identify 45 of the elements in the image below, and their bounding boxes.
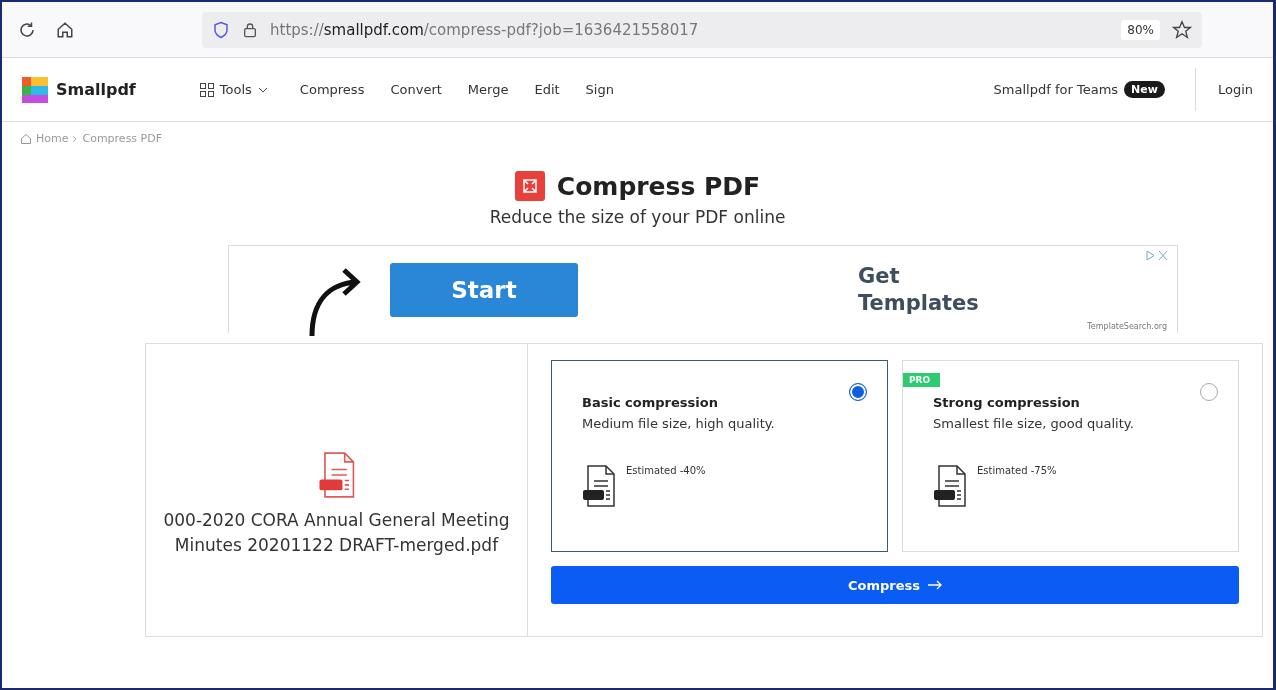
ad-source: TemplateSearch.org bbox=[1087, 322, 1167, 331]
nav-link[interactable]: Convert bbox=[390, 82, 442, 97]
compress-button[interactable]: Compress bbox=[551, 566, 1239, 604]
star-icon[interactable] bbox=[1172, 19, 1192, 40]
teams-link[interactable]: Smallpdf for Teams bbox=[993, 82, 1119, 97]
compress-tool-icon bbox=[514, 171, 545, 201]
nav-link[interactable]: Edit bbox=[534, 82, 560, 97]
logo-icon bbox=[22, 76, 48, 103]
page-subtitle: Reduce the size of your PDF online bbox=[489, 207, 786, 227]
pdf-file-icon bbox=[933, 465, 967, 507]
pdf-file-icon bbox=[317, 452, 356, 499]
grid-icon bbox=[199, 82, 214, 97]
url-text[interactable]: https://smallpdf.com/compress-pdf?job=1636421558017 bbox=[270, 20, 1110, 39]
option-description: Smallest file size, good quality. bbox=[933, 416, 1135, 431]
estimate-text: Estimated -40% bbox=[626, 465, 706, 478]
pro-badge: PRO bbox=[903, 373, 941, 387]
file-name: 000-2020 CORA Annual General Meeting Minutes 20201122 DRAFT-merged.pdf bbox=[162, 509, 511, 557]
radio-button[interactable] bbox=[1200, 383, 1218, 401]
tools-menu[interactable]: Tools bbox=[193, 81, 274, 98]
nav-link[interactable]: Compress bbox=[299, 82, 365, 97]
home-icon bbox=[20, 132, 32, 145]
pdf-file-icon bbox=[582, 465, 616, 507]
compression-option[interactable]: PRO Strong compression Smallest file size, good quality. Estimated -75% bbox=[902, 360, 1239, 552]
radio-button[interactable] bbox=[849, 383, 867, 401]
option-description: Medium file size, high quality. bbox=[582, 416, 776, 431]
ad-headline: Get bbox=[858, 263, 901, 290]
login-link[interactable]: Login bbox=[1194, 68, 1253, 111]
nav-link[interactable]: Sign bbox=[585, 82, 614, 97]
ad-headline: Templates bbox=[858, 289, 979, 316]
option-title: Basic compression bbox=[582, 395, 719, 410]
shield-icon bbox=[212, 19, 230, 40]
page-title: Compress PDF bbox=[556, 171, 761, 201]
chevron-down-icon bbox=[257, 86, 268, 93]
new-badge: New bbox=[1124, 81, 1165, 98]
reload-icon[interactable] bbox=[18, 20, 36, 39]
option-title: Strong compression bbox=[933, 395, 1081, 410]
zoom-level[interactable]: 80% bbox=[1121, 19, 1160, 40]
ad-start-button[interactable]: Start bbox=[390, 262, 578, 317]
logo-text[interactable]: Smallpdf bbox=[56, 80, 136, 99]
estimate-text: Estimated -75% bbox=[977, 465, 1057, 478]
nav-link[interactable]: Merge bbox=[467, 82, 509, 97]
chevron-right-icon bbox=[72, 134, 79, 143]
home-icon[interactable] bbox=[56, 20, 74, 39]
arrow-right-icon bbox=[928, 580, 942, 590]
compression-option[interactable]: Basic compression Medium file size, high quality. Estimated -40% bbox=[551, 360, 888, 552]
